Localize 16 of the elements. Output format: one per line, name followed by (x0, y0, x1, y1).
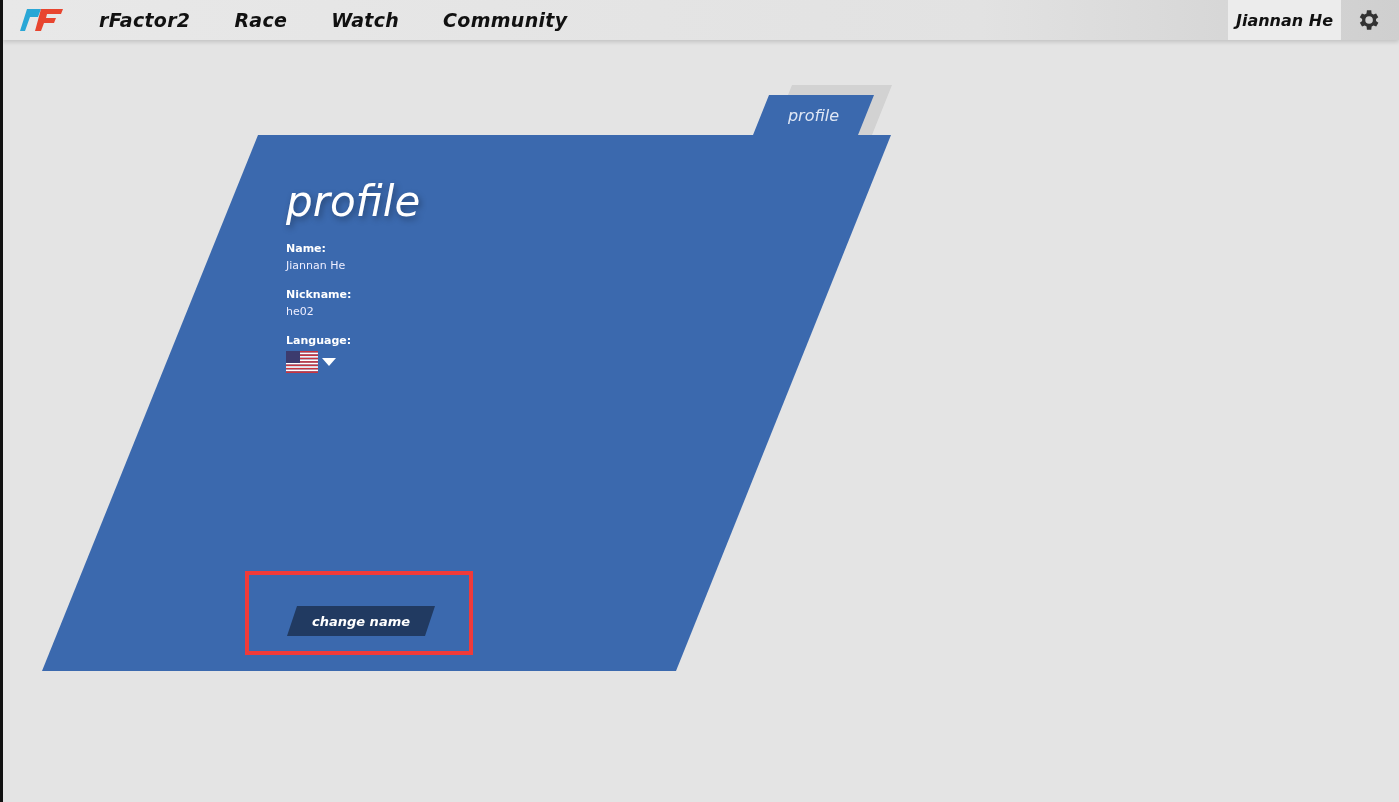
change-name-button[interactable]: change name (287, 606, 435, 636)
nav-link[interactable]: Race (234, 9, 288, 31)
nav-link[interactable]: Community (443, 9, 568, 31)
field-label: Nickname: (286, 288, 353, 301)
caret-icon (322, 358, 336, 366)
language-dropdown[interactable] (286, 351, 336, 373)
profile-tab[interactable]: profile (753, 95, 874, 135)
profile-title: profile (286, 177, 421, 226)
nav-link[interactable]: rFactor2 (99, 9, 191, 31)
flag-icon (286, 351, 318, 373)
nav-link[interactable]: Watch (331, 9, 400, 31)
user-name[interactable]: Jiannan He (1228, 0, 1341, 40)
field-value: Jiannan He (286, 259, 347, 272)
field-label: Language: (286, 334, 353, 347)
field-value: he02 (286, 305, 315, 318)
field-label: Name: (286, 242, 327, 255)
